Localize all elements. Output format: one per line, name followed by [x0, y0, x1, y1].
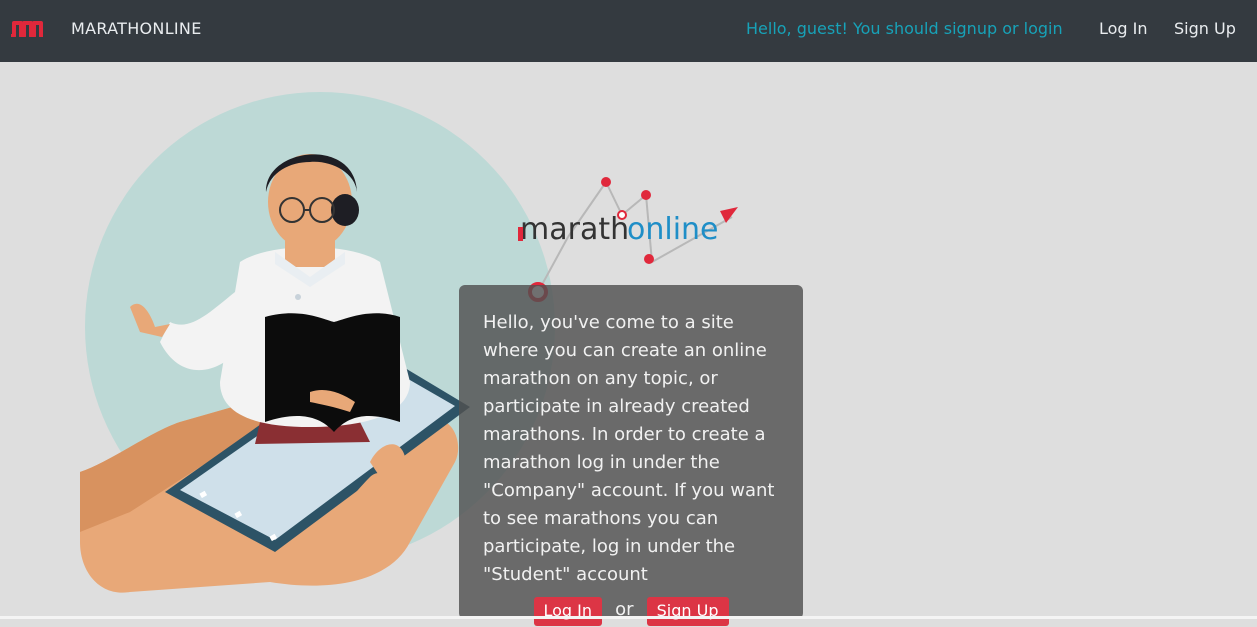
logo-text-suffix: online: [627, 212, 719, 247]
nav-login-link[interactable]: Log In: [1099, 19, 1148, 38]
brand-name[interactable]: MARATHONLINE: [71, 19, 202, 38]
guest-greeting-link[interactable]: Hello, guest! You should signup or login: [746, 19, 1063, 38]
nav-signup-link[interactable]: Sign Up: [1174, 19, 1236, 38]
or-label: or: [615, 599, 634, 620]
hero-section: marath online Hello, you've come to a si…: [0, 62, 1257, 626]
top-navbar: MARATHONLINE Hello, guest! You should si…: [0, 0, 1257, 62]
cta-row: Log In or Sign Up: [459, 597, 803, 627]
marathonline-logo: marath online: [518, 177, 738, 302]
logo-text-prefix: marath: [520, 212, 629, 247]
intro-card: Hello, you've come to a site where you c…: [459, 285, 803, 626]
brand-m-icon[interactable]: [10, 19, 44, 37]
intro-text: Hello, you've come to a site where you c…: [483, 312, 775, 585]
hero-signup-button[interactable]: Sign Up: [646, 597, 729, 626]
hero-login-button[interactable]: Log In: [533, 597, 603, 626]
